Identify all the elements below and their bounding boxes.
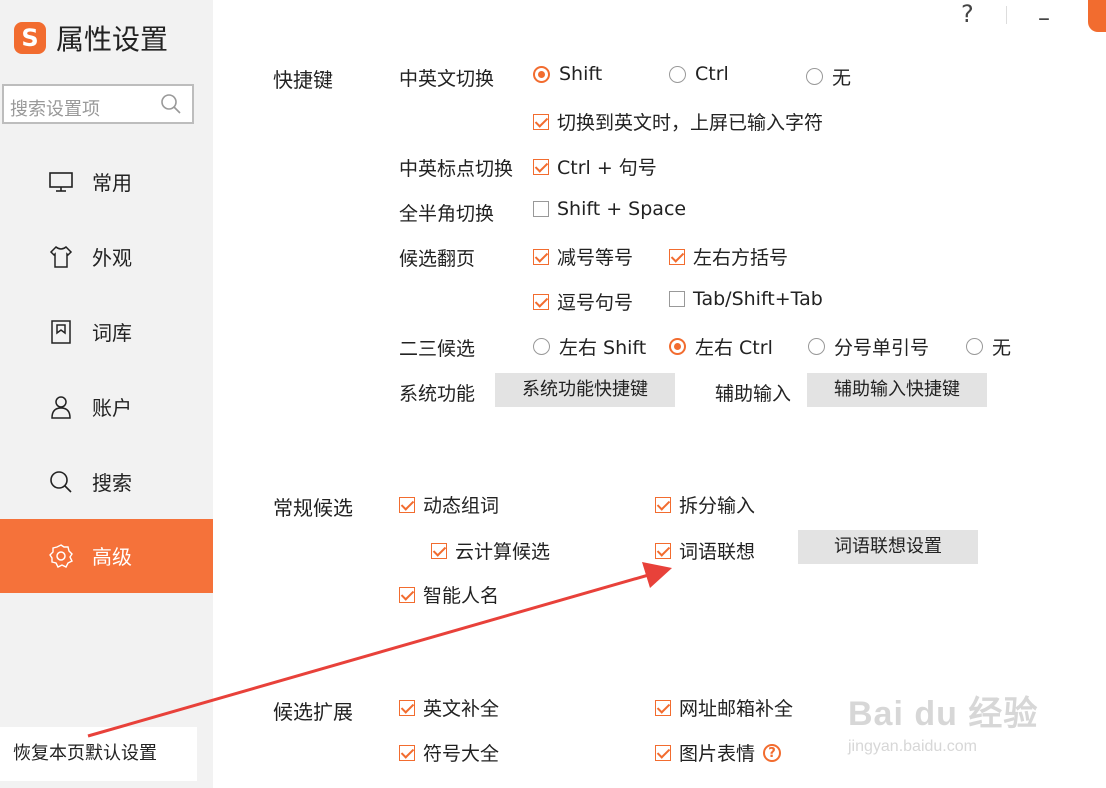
annotation-arrow bbox=[87, 562, 672, 738]
